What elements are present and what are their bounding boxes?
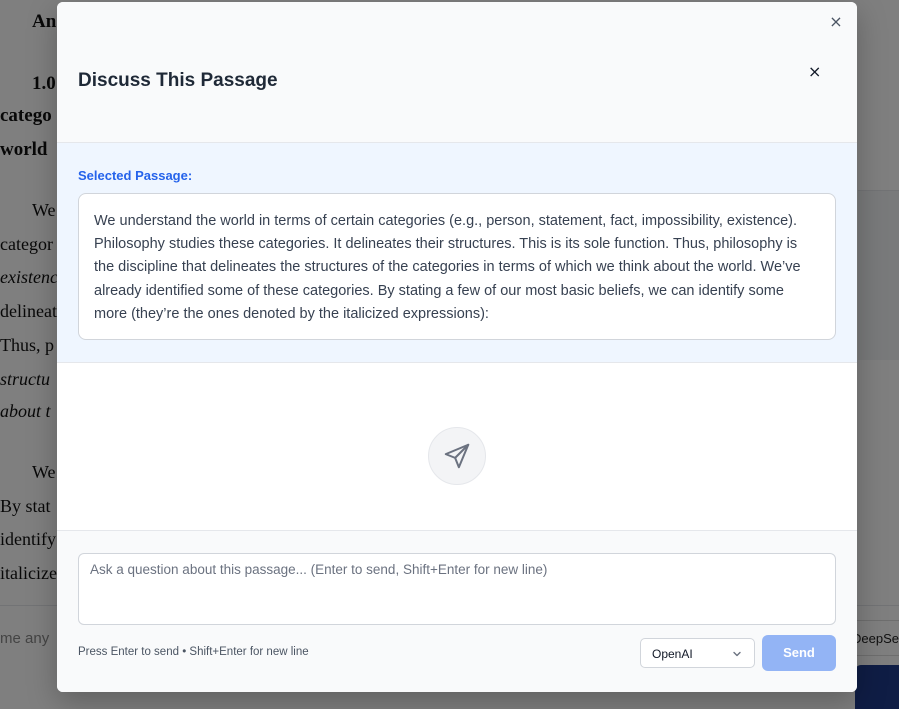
passage-label: Selected Passage: [78, 168, 193, 183]
model-select-value: OpenAI [652, 647, 693, 661]
chevron-down-icon [731, 648, 743, 663]
selected-passage-section: Selected Passage: We understand the worl… [57, 143, 857, 363]
question-input[interactable] [78, 553, 836, 625]
passage-text: We understand the world in terms of cert… [78, 193, 836, 340]
send-button[interactable]: Send [762, 635, 836, 671]
send-icon [428, 427, 486, 485]
model-select[interactable]: OpenAI [640, 638, 755, 668]
modal-title: Discuss This Passage [78, 70, 278, 91]
chat-messages-area [57, 363, 857, 531]
discuss-passage-modal: × Discuss This Passage × Selected Passag… [57, 2, 857, 692]
close-button[interactable]: × [808, 63, 821, 81]
input-section: Press Enter to send • Shift+Enter for ne… [57, 531, 857, 692]
modal-header: × Discuss This Passage × [57, 2, 857, 143]
keyboard-hint: Press Enter to send • Shift+Enter for ne… [78, 646, 309, 658]
close-icon[interactable]: × [827, 13, 845, 31]
